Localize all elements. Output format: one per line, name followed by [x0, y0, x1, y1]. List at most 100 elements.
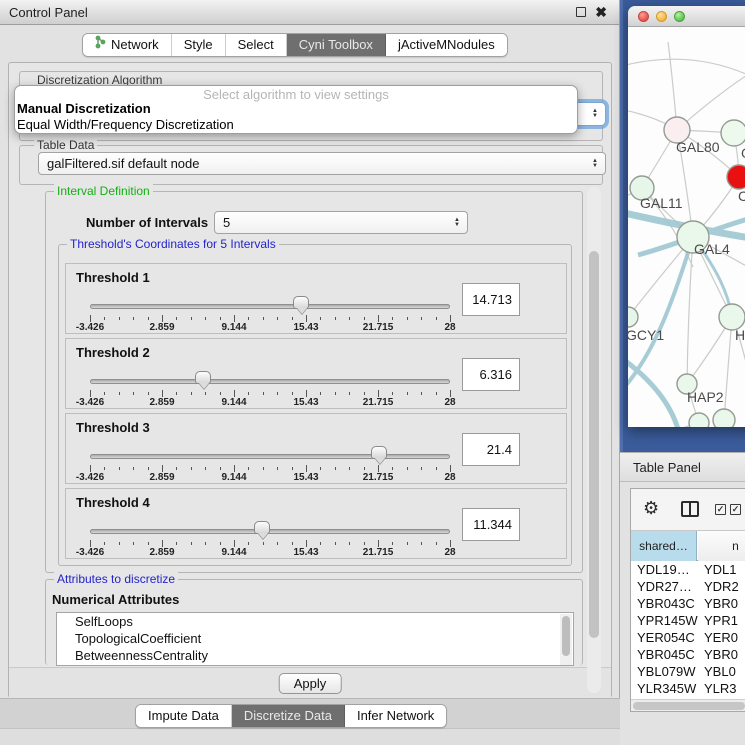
table-row[interactable]: YER054CYER0 [631, 629, 745, 646]
table-cell: YPR1 [698, 612, 745, 629]
panel-title: Control Panel [9, 0, 88, 25]
settings-scrollbar[interactable] [587, 187, 601, 693]
close-traffic-light-icon[interactable] [638, 11, 649, 22]
stepper-arrows-icon: ▲▼ [592, 109, 598, 119]
table-row[interactable]: YDR27…YDR2 [631, 578, 745, 595]
tab-discretize-data[interactable]: Discretize Data [232, 705, 345, 727]
slider-scale-label: 9.144 [221, 322, 246, 333]
number-of-intervals-label: Number of Intervals [86, 215, 208, 230]
table-data-group: Table Data galFiltered.sif default node … [19, 145, 603, 185]
table-panel-titlebar: Table Panel [620, 452, 745, 482]
tab-jactivemnodules[interactable]: jActiveMNodules [386, 34, 507, 56]
tab-cyni-toolbox[interactable]: Cyni Toolbox [287, 34, 386, 56]
threshold-4-value[interactable]: 11.344 [462, 508, 520, 541]
table-cell: YPR145W [631, 612, 698, 629]
table-row[interactable]: YBL079WYBL0 [631, 663, 745, 680]
zoom-traffic-light-icon[interactable] [674, 11, 685, 22]
group-title: Threshold's Coordinates for 5 Intervals [67, 237, 279, 251]
threshold-3-panel: Threshold 3 -3.4262.8599.14415.4321.7152… [65, 413, 567, 484]
slider-thumb[interactable] [254, 521, 270, 534]
table-cell: YDR27… [631, 578, 698, 595]
slider-scale-label: 15.43 [293, 322, 318, 333]
slider-scale-label: 21.715 [363, 397, 394, 408]
float-window-icon[interactable] [576, 7, 586, 17]
close-icon[interactable]: ✖ [595, 0, 607, 25]
threshold-1-slider[interactable]: -3.4262.8599.14415.4321.71528 [90, 298, 456, 332]
slider-scale-label: 9.144 [221, 472, 246, 483]
node-label-partial-h: H [735, 327, 745, 343]
slider-scale-label: 28 [444, 472, 455, 483]
table-row[interactable]: YPR145WYPR1 [631, 612, 745, 629]
apply-button[interactable]: Apply [279, 673, 342, 694]
table-cell: YBR045C [631, 646, 698, 663]
checkbox-icon[interactable]: ✓ [730, 504, 741, 515]
slider-scale-label: 15.43 [293, 547, 318, 558]
slider-scale-label: 21.715 [363, 547, 394, 558]
threshold-1-value[interactable]: 14.713 [462, 283, 520, 316]
node-table-body[interactable]: YDL19…YDL1YDR27…YDR2YBR043CYBR0YPR145WYP… [631, 561, 745, 699]
threshold-2-slider[interactable]: -3.4262.8599.14415.4321.71528 [90, 373, 456, 407]
tab-style[interactable]: Style [172, 34, 226, 56]
threshold-1-panel: Threshold 1 -3.4262.8599.14415.4321.7152… [65, 263, 567, 334]
column-header-shared-name[interactable]: shared… [631, 531, 697, 561]
table-horizontal-scrollbar[interactable] [631, 699, 745, 712]
threshold-3-value[interactable]: 21.4 [462, 433, 520, 466]
number-of-intervals-combobox[interactable]: 5 ▲▼ [214, 211, 468, 234]
slider-scale-label: 15.43 [293, 472, 318, 483]
selected-red-node [727, 165, 745, 189]
table-cell: YLR3 [698, 680, 745, 697]
minimize-traffic-light-icon[interactable] [656, 11, 667, 22]
slider-scale-label: 28 [444, 547, 455, 558]
slider-scale-label: 28 [444, 397, 455, 408]
network-view-window[interactable]: GAL80 G C GAL11 GAL4 GCY1 H HAP2 [628, 6, 745, 427]
threshold-2-value[interactable]: 6.316 [462, 358, 520, 391]
slider-scale-label: 2.859 [149, 472, 174, 483]
column-header-name[interactable]: n [698, 531, 745, 561]
slider-scale-label: 2.859 [149, 547, 174, 558]
table-row[interactable]: YBR045CYBR0 [631, 646, 745, 663]
table-row[interactable]: YDL19…YDL1 [631, 561, 745, 578]
table-row[interactable]: YLR345WYLR3 [631, 680, 745, 697]
list-item[interactable]: BetweennessCentrality [57, 647, 573, 664]
algorithm-dropdown-popup: Select algorithm to view settings Manual… [14, 85, 578, 134]
control-panel: Control Panel ✖ Network Style Se [0, 0, 620, 745]
node-label-gal80: GAL80 [676, 139, 720, 155]
bottom-filler-strip [0, 728, 620, 745]
dropdown-option-equal-width[interactable]: Equal Width/Frequency Discretization [15, 117, 577, 133]
slider-thumb[interactable] [195, 371, 211, 384]
bottom-tab-bar: Impute Data Discretize Data Infer Networ… [135, 704, 447, 728]
attributes-to-discretize-group: Attributes to discretize Numerical Attri… [45, 579, 583, 665]
tab-select[interactable]: Select [226, 34, 287, 56]
threshold-3-slider[interactable]: -3.4262.8599.14415.4321.71528 [90, 448, 456, 482]
slider-scale-label: 28 [444, 322, 455, 333]
slider-scale-label: 2.859 [149, 397, 174, 408]
slider-scale-label: 15.43 [293, 397, 318, 408]
list-item[interactable]: TopologicalCoefficient [57, 630, 573, 647]
node-label-gcy1: GCY1 [628, 327, 664, 343]
thresholds-group: Threshold's Coordinates for 5 Intervals … [58, 244, 572, 566]
node-label-gal4: GAL4 [694, 241, 730, 257]
table-data-combobox[interactable]: galFiltered.sif default node ▲▼ [38, 152, 606, 175]
slider-thumb[interactable] [371, 446, 387, 459]
threshold-4-slider[interactable]: -3.4262.8599.14415.4321.71528 [90, 523, 456, 557]
table-header: shared… n [631, 531, 745, 561]
slider-thumb[interactable] [293, 296, 309, 309]
table-panel-title: Table Panel [633, 453, 701, 483]
numerical-attributes-list[interactable]: SelfLoopsTopologicalCoefficientBetweenne… [56, 612, 574, 666]
table-row[interactable]: YBR043CYBR0 [631, 595, 745, 612]
network-canvas[interactable]: GAL80 G C GAL11 GAL4 GCY1 H HAP2 [628, 27, 745, 427]
list-item[interactable]: SelfLoops [57, 613, 573, 630]
checkbox-icon[interactable]: ✓ [715, 504, 726, 515]
tab-network[interactable]: Network [83, 34, 172, 56]
tab-infer-network[interactable]: Infer Network [345, 705, 446, 727]
group-title: Interval Definition [54, 184, 153, 198]
slider-scale-label: 9.144 [221, 547, 246, 558]
node-table-frame: ⚙ ✓ ✓ shared… n YDL19…YDL1YDR27…YDR2YBR0… [630, 488, 745, 712]
threshold-4-panel: Threshold 4 -3.4262.8599.14415.4321.7152… [65, 488, 567, 559]
gear-icon[interactable]: ⚙ [643, 499, 659, 517]
dropdown-option-manual[interactable]: Manual Discretization [15, 101, 577, 117]
tab-impute-data[interactable]: Impute Data [136, 705, 232, 727]
node-label-hap2: HAP2 [687, 389, 724, 405]
split-columns-icon[interactable] [681, 501, 699, 517]
list-scrollbar[interactable] [560, 614, 572, 666]
